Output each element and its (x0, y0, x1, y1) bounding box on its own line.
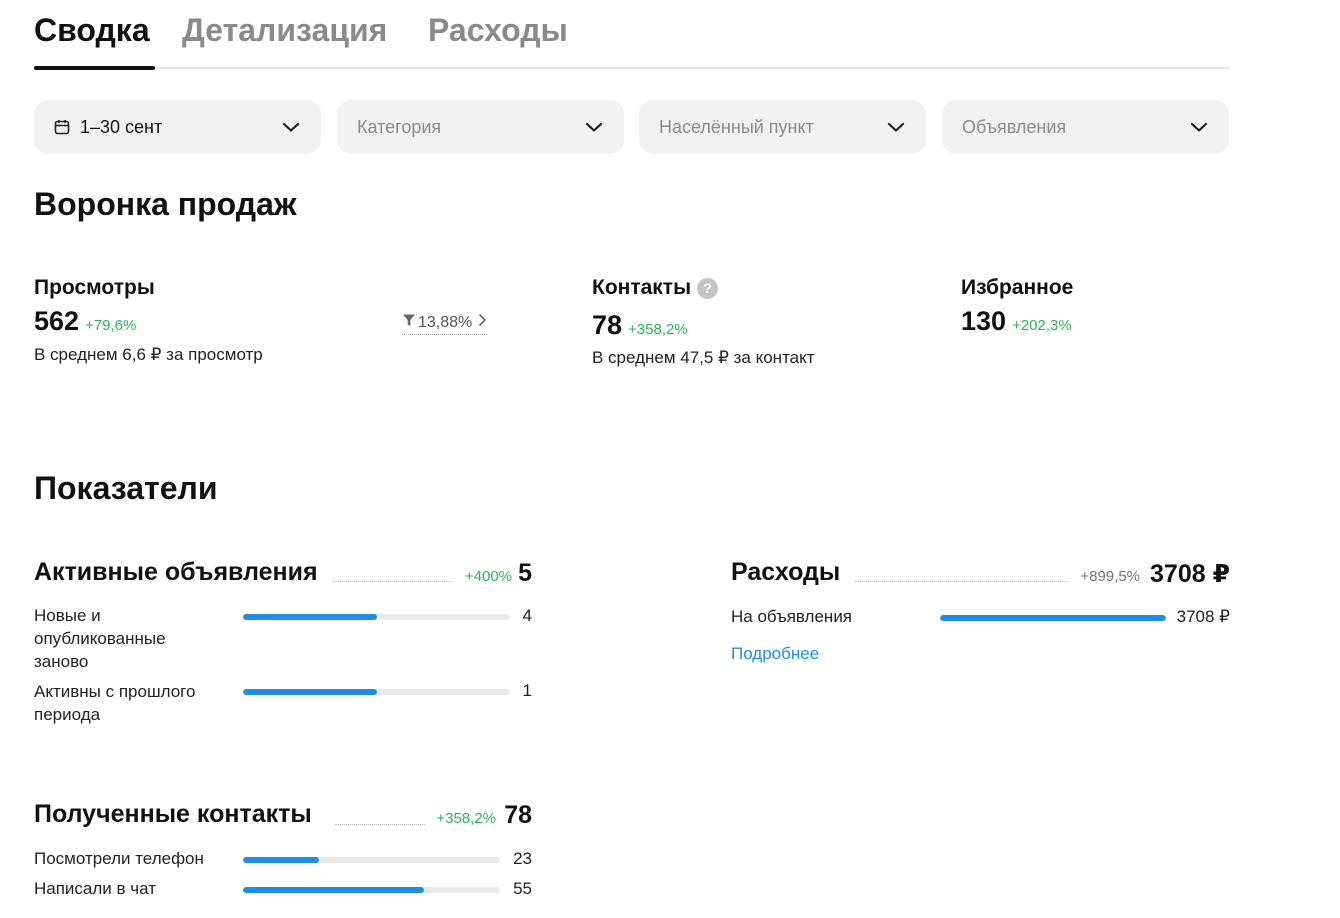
progress-bar (940, 615, 1166, 621)
received-contacts-title: Полученные контакты (34, 800, 312, 828)
row-label: Написали в чат (34, 879, 157, 898)
row-label: Посмотрели телефон (34, 849, 204, 868)
tab-summary[interactable]: Сводка (34, 12, 150, 49)
contacts-value: 78 (592, 310, 623, 340)
contacts-delta: +358,2% (628, 321, 688, 338)
progress-bar (243, 887, 500, 893)
progress-fill (243, 887, 425, 893)
expenses-details-link[interactable]: Подробнее (731, 644, 819, 664)
contacts-avg-cost: В среднем 47,5 ₽ за контакт (592, 348, 815, 367)
progress-bar (243, 614, 510, 620)
chevron-down-icon (886, 117, 906, 137)
favorites-value: 130 (961, 306, 1007, 336)
progress-fill (940, 615, 1166, 621)
views-value: 562 (34, 306, 80, 336)
views-metric: 562 +79,6% (34, 306, 136, 337)
ads-filter[interactable]: Объявления (942, 100, 1229, 154)
received-contacts-delta: +358,2% (436, 810, 496, 827)
chevron-right-icon (478, 313, 487, 332)
category-placeholder: Категория (357, 116, 442, 137)
active-ads-value: 5 (518, 559, 532, 587)
row-label: На объявления (731, 607, 853, 626)
row-value: 55 (513, 879, 532, 898)
dotted-leader (335, 824, 425, 825)
locality-placeholder: Населённый пункт (659, 116, 814, 137)
views-delta: +79,6% (85, 317, 137, 334)
category-filter[interactable]: Категория (337, 100, 624, 154)
funnel-icon (402, 313, 416, 332)
contacts-title: Контакты (592, 276, 692, 299)
row-value: 1 (522, 681, 532, 700)
funnel-conversion[interactable]: 13,88% (402, 313, 488, 335)
progress-fill (243, 857, 319, 863)
views-avg-cost: В среднем 6,6 ₽ за просмотр (34, 345, 263, 364)
row-value: 3708 ₽ (1176, 607, 1230, 626)
period-filter[interactable]: 1–30 сент (34, 100, 321, 154)
progress-bar (243, 689, 510, 695)
chevron-down-icon (281, 117, 301, 137)
conversion-value: 13,88% (418, 313, 473, 331)
views-title: Просмотры (34, 276, 155, 299)
calendar-icon (54, 119, 70, 135)
favorites-delta: +202,3% (1012, 317, 1072, 334)
dotted-leader (855, 581, 1067, 582)
active-ads-delta: +400% (464, 568, 512, 585)
active-tab-indicator (34, 66, 155, 70)
tab-expenses[interactable]: Расходы (428, 12, 568, 49)
help-icon[interactable]: ? (697, 277, 719, 299)
chevron-down-icon (584, 117, 604, 137)
contacts-metric: 78 +358,2% (592, 310, 688, 341)
active-ads-title: Активные объявления (34, 558, 318, 586)
funnel-title: Воронка продаж (34, 186, 297, 222)
progress-fill (243, 689, 377, 695)
locality-filter[interactable]: Населённый пункт (639, 100, 926, 154)
favorites-title: Избранное (961, 276, 1074, 299)
expenses-title: Расходы (731, 558, 841, 586)
ads-placeholder: Объявления (962, 116, 1067, 137)
progress-bar (243, 857, 500, 863)
row-value: 23 (513, 849, 532, 868)
expenses-value: 3708 ₽ (1150, 560, 1230, 588)
progress-fill (243, 614, 377, 620)
tab-details[interactable]: Детализация (182, 12, 387, 49)
indicators-title: Показатели (34, 470, 218, 506)
contacts-header: Контакты ? (592, 276, 719, 300)
expenses-delta: +899,5% (1080, 568, 1140, 585)
period-value: 1–30 сент (80, 116, 163, 137)
tabs-divider (34, 67, 1229, 69)
row-value: 4 (522, 606, 532, 625)
row-label: Новые и опубликованные заново (34, 606, 166, 671)
dotted-leader (333, 581, 451, 582)
chevron-down-icon (1189, 117, 1209, 137)
received-contacts-value: 78 (504, 801, 532, 829)
row-label: Активны с прошлого периода (34, 682, 196, 724)
favorites-metric: 130 +202,3% (961, 306, 1072, 337)
